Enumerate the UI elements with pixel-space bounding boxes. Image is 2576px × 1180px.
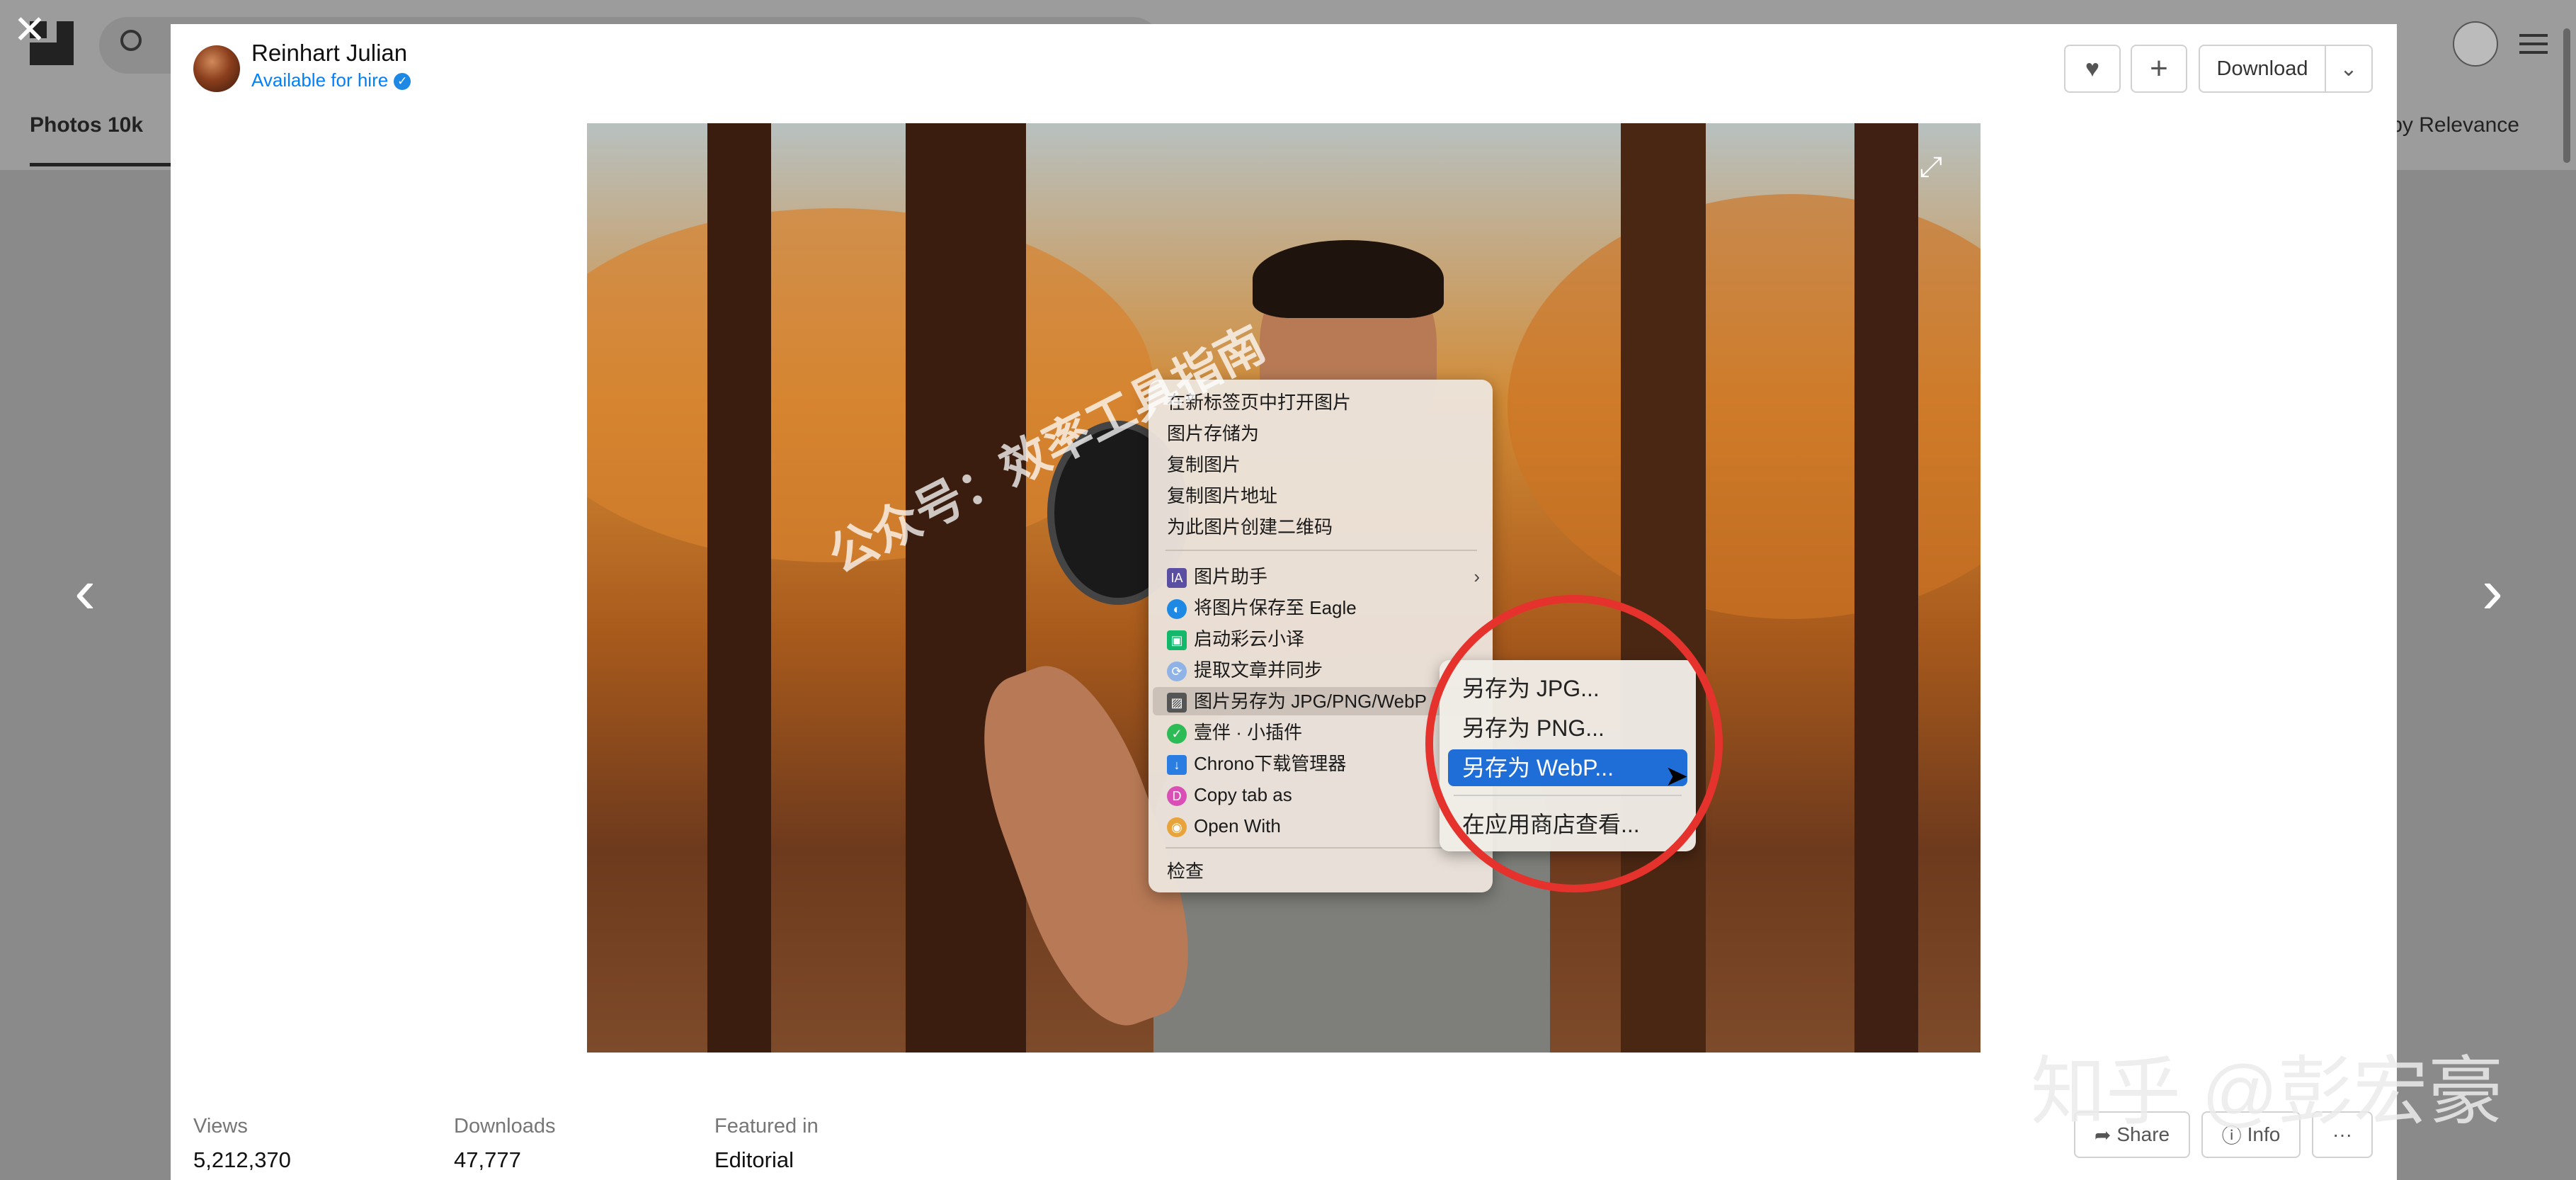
menu-item-copy-tab-as[interactable]: D Copy tab as: [1167, 781, 1292, 809]
person-hair: [1253, 240, 1444, 318]
chevron-right-icon: ›: [1474, 566, 1480, 587]
downloads-label: Downloads: [454, 1115, 556, 1138]
sort-dropdown[interactable]: by Relevance: [2390, 113, 2519, 137]
expand-icon[interactable]: ⤢: [1920, 153, 1948, 181]
tree-trunk: [1854, 123, 1918, 1053]
available-for-hire-link[interactable]: Available for hire ✓: [251, 69, 411, 91]
menu-item-label: Copy tab as: [1194, 784, 1292, 805]
views-value: 5,212,370: [193, 1147, 291, 1172]
user-avatar[interactable]: [2453, 21, 2498, 67]
copy-tab-icon: D: [1167, 786, 1187, 807]
menu-item-save-image-as[interactable]: 图片存储为: [1167, 419, 1259, 448]
page-scrollbar[interactable]: [2563, 28, 2570, 163]
tab-underline: [30, 163, 178, 166]
yiban-icon: ✓: [1167, 724, 1187, 744]
eagle-icon: ◐: [1167, 599, 1187, 620]
hire-label: Available for hire: [251, 69, 389, 91]
featured-in-label: Featured in: [714, 1115, 819, 1138]
highlight-circle: [1425, 595, 1723, 892]
like-button[interactable]: ♥: [2064, 45, 2121, 93]
watermark-corner: 知乎 @彭宏豪: [2031, 1050, 2504, 1134]
menu-item-copy-image-address[interactable]: 复制图片地址: [1167, 482, 1277, 510]
author-avatar[interactable]: [193, 45, 240, 92]
menu-item-label: 壹伴 · 小插件: [1194, 722, 1303, 743]
menu-item-label: 启动彩云小译: [1194, 628, 1305, 649]
menu-item-open-with[interactable]: ◉ Open With: [1167, 812, 1281, 840]
menu-separator: [1166, 847, 1477, 849]
tab-photos[interactable]: Photos 10k: [30, 113, 143, 137]
menu-item-copy-image[interactable]: 复制图片: [1167, 450, 1241, 479]
featured-in-link[interactable]: Editorial: [714, 1147, 794, 1173]
image-icon: ▨: [1167, 693, 1187, 713]
close-icon[interactable]: ✕: [10, 10, 50, 50]
next-photo-icon[interactable]: ›: [2471, 560, 2514, 623]
search-icon: [120, 30, 142, 51]
verified-badge-icon: ✓: [394, 73, 411, 91]
chrono-icon: ↓: [1167, 755, 1187, 776]
tree-trunk: [1621, 123, 1706, 1053]
menu-item-label: Chrono下载管理器: [1194, 753, 1347, 774]
menu-item-label: 图片助手: [1194, 566, 1268, 587]
download-options-chevron-down-icon[interactable]: ⌄: [2325, 45, 2373, 93]
sync-icon: ⟳: [1167, 662, 1187, 682]
mouse-cursor-icon: ➤: [1665, 761, 1689, 792]
author-name[interactable]: Reinhart Julian: [251, 40, 407, 67]
add-to-collection-button[interactable]: +: [2131, 45, 2187, 93]
previous-photo-icon[interactable]: ‹: [64, 560, 106, 623]
menu-item-label: 将图片保存至 Eagle: [1194, 597, 1357, 618]
menu-item-extract-article-sync[interactable]: ⟳ 提取文章并同步: [1167, 656, 1323, 684]
menu-item-label: 提取文章并同步: [1194, 659, 1323, 681]
tree-trunk: [906, 123, 1026, 1053]
menu-item-label: Open With: [1194, 815, 1281, 836]
menu-item-save-to-eagle[interactable]: ◐ 将图片保存至 Eagle: [1167, 594, 1357, 622]
menu-item-inspect[interactable]: 检查: [1167, 857, 1204, 885]
menu-separator: [1166, 550, 1477, 551]
menu-item-caiyun-translate[interactable]: ▣ 启动彩云小译: [1167, 625, 1304, 653]
caiyun-icon: ▣: [1167, 630, 1187, 651]
menu-item-create-qr-code[interactable]: 为此图片创建二维码: [1167, 513, 1333, 541]
download-button[interactable]: Download: [2199, 45, 2326, 93]
views-label: Views: [193, 1115, 248, 1138]
tree-trunk: [707, 123, 771, 1053]
open-with-icon: ◉: [1167, 817, 1187, 838]
image-assistant-icon: IA: [1167, 568, 1187, 589]
downloads-value: 47,777: [454, 1147, 521, 1172]
hamburger-menu-icon[interactable]: [2519, 34, 2548, 54]
menu-item-image-assistant[interactable]: IA 图片助手 ›: [1167, 562, 1493, 591]
menu-item-label: 图片另存为 JPG/PNG/WebP: [1194, 691, 1427, 712]
